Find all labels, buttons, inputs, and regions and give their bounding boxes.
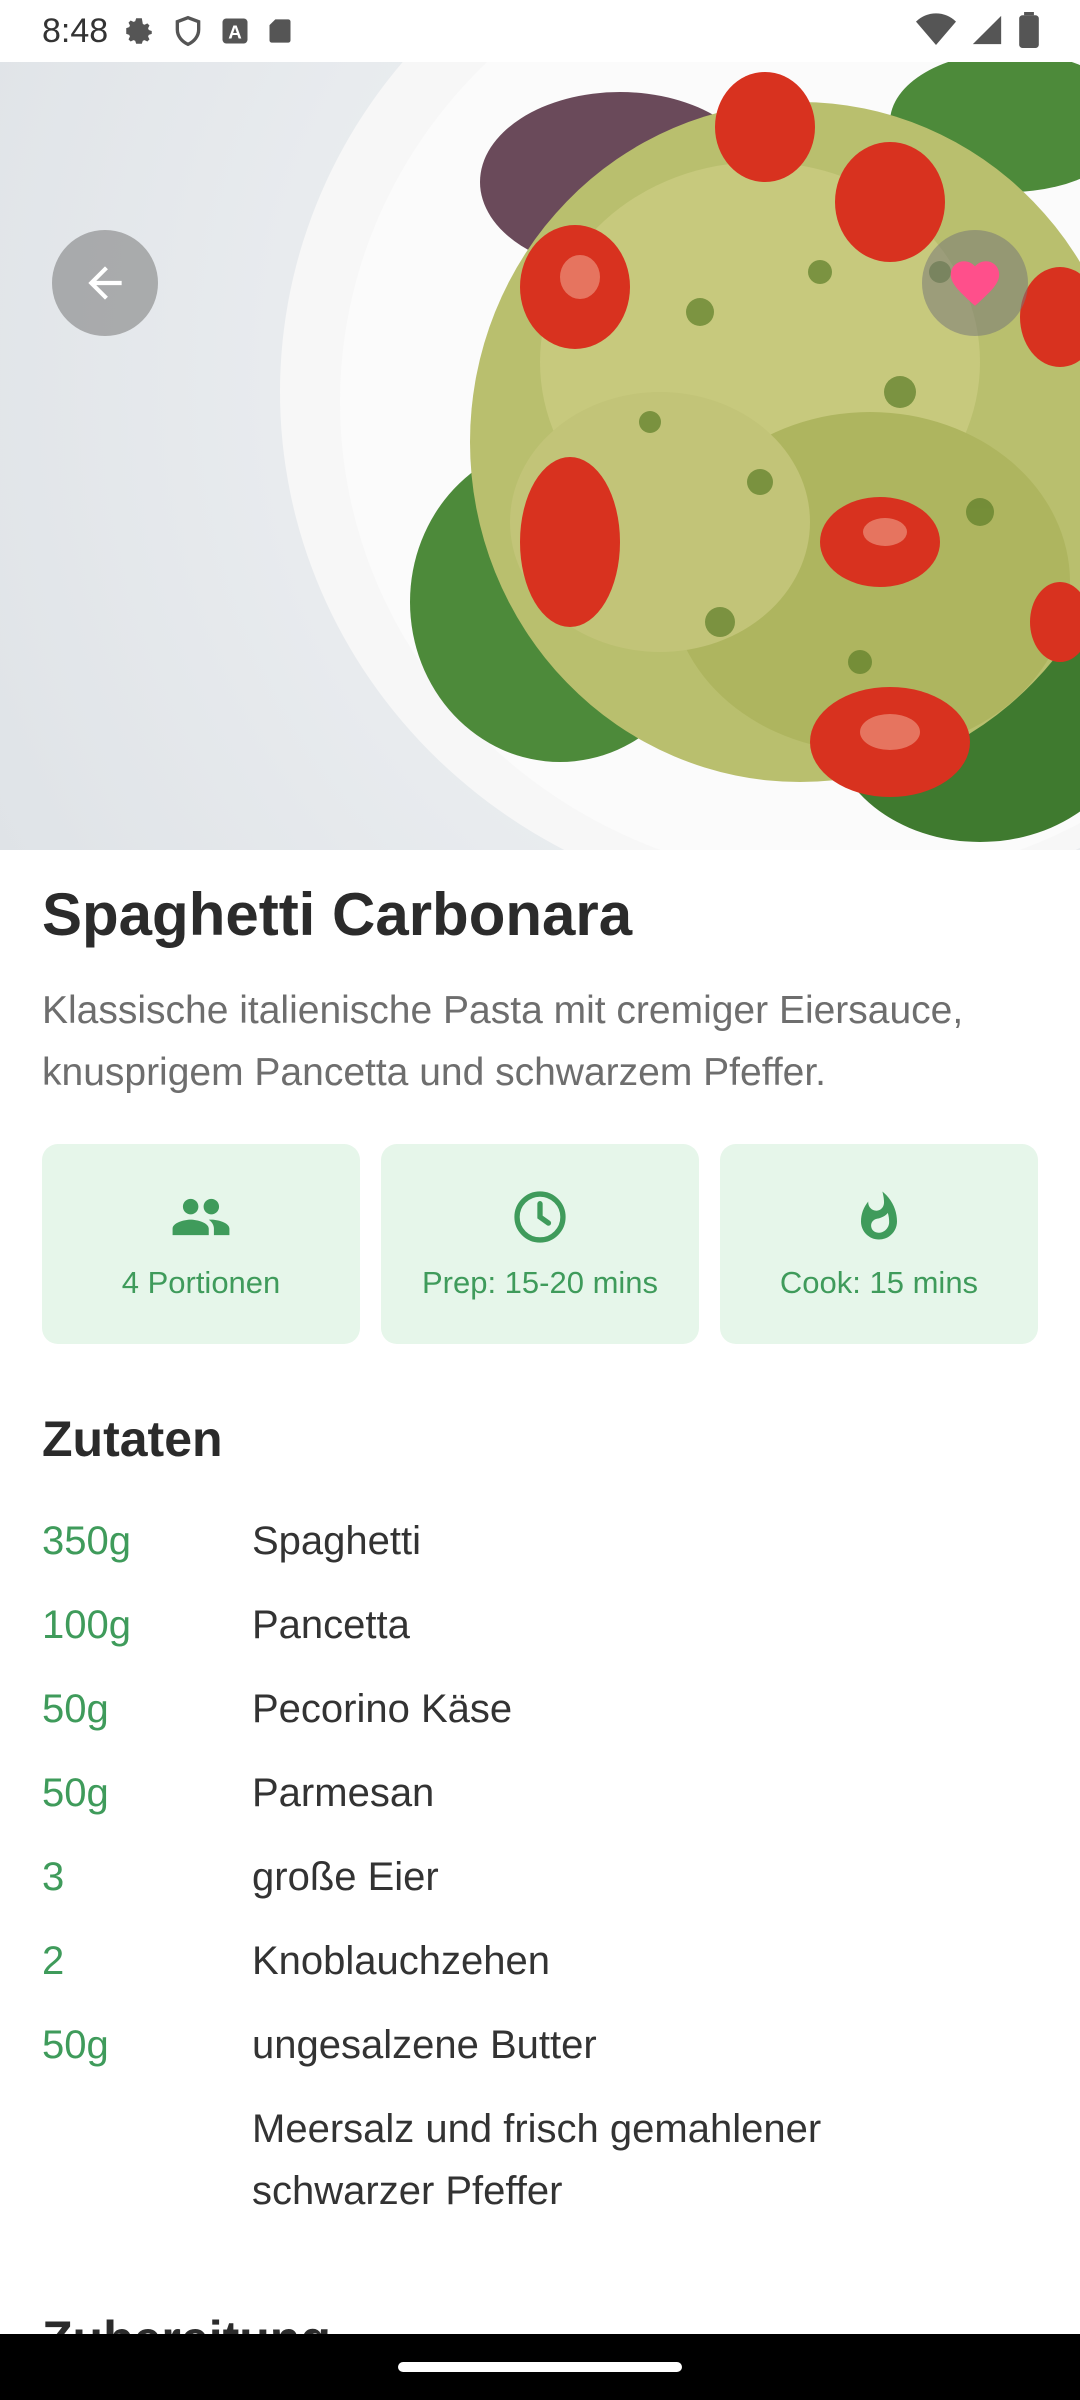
ingredient-quantity: 350g <box>42 1519 131 1563</box>
recipe-title: Spaghetti Carbonara <box>42 881 633 948</box>
svg-text:A: A <box>228 22 242 43</box>
ingredient-quantity: 50g <box>42 1687 109 1731</box>
ingredient-name: Spaghetti <box>252 1519 422 1563</box>
favorite-button[interactable] <box>922 230 1028 336</box>
stat-cook-time: Cook: 15 mins <box>720 1144 1038 1344</box>
ingredient-quantity: 2 <box>42 1939 65 1983</box>
list-item: 2 Knoblauchzehen <box>42 1930 1042 1992</box>
status-bar: 8:48 A <box>0 0 1080 62</box>
ingredient-quantity: 100g <box>42 1603 131 1647</box>
status-icons-right <box>916 12 1040 48</box>
recipe-hero-image <box>0 62 1080 850</box>
list-item: 3 große Eier <box>42 1846 1042 1908</box>
ingredient-quantity: 50g <box>42 1771 109 1815</box>
back-button[interactable] <box>52 230 158 336</box>
status-icons-left: A <box>122 14 294 48</box>
wifi-icon <box>916 13 956 45</box>
a-badge-icon: A <box>222 18 248 44</box>
ingredient-name: große Eier <box>252 1855 439 1899</box>
ingredients-list: 350g Spaghetti 100g Pancetta 50g Pecorin… <box>42 1510 1042 2244</box>
list-item: 50g Pecorino Käse <box>42 1678 1042 1740</box>
list-item: 50g Parmesan <box>42 1762 1042 1824</box>
battery-icon <box>1019 12 1039 48</box>
arrow-left-icon <box>88 266 122 300</box>
stat-label: Cook: 15 mins <box>779 1265 979 1300</box>
ingredient-name: Pancetta <box>252 1603 410 1647</box>
gear-icon <box>126 18 152 44</box>
ingredient-quantity: 50g <box>42 2023 109 2067</box>
ingredient-quantity <box>42 2098 252 2222</box>
heart-icon <box>950 261 1000 306</box>
flame-icon <box>861 1191 897 1240</box>
people-icon <box>172 1198 230 1236</box>
ingredient-name: Meersalz und frisch gemahlener schwarzer… <box>252 2107 822 2213</box>
shield-icon <box>175 15 201 47</box>
ingredient-quantity: 3 <box>42 1855 65 1899</box>
list-item: 350g Spaghetti <box>42 1510 1042 1572</box>
home-gesture-handle[interactable] <box>398 2362 682 2372</box>
ingredient-name: ungesalzene Butter <box>252 2023 597 2067</box>
stat-label: Prep: 15-20 mins <box>421 1265 659 1300</box>
ingredient-name: Parmesan <box>252 1771 435 1815</box>
signal-icon <box>972 15 1002 45</box>
ingredient-name: Pecorino Käse <box>252 1687 513 1731</box>
list-item: 100g Pancetta <box>42 1594 1042 1656</box>
ingredient-name: Knoblauchzehen <box>252 1939 551 1983</box>
list-item: Meersalz und frisch gemahlener schwarzer… <box>42 2098 1042 2222</box>
stat-prep-time: Prep: 15-20 mins <box>381 1144 699 1344</box>
recipe-stats: 4 Portionen Prep: 15-20 mins Cook: 15 mi… <box>42 1144 1038 1344</box>
recipe-description: Klassische italienische Pasta mit cremig… <box>42 989 964 1094</box>
stat-label: 4 Portionen <box>121 1265 281 1300</box>
list-item: 50g ungesalzene Butter <box>42 2014 1042 2076</box>
clock-icon <box>514 1191 566 1243</box>
pasta-salad-photo <box>280 62 1080 850</box>
sd-card-icon <box>269 19 291 43</box>
ingredients-title: Zutaten <box>42 1411 223 1467</box>
stat-servings: 4 Portionen <box>42 1144 360 1344</box>
navigation-bar <box>0 2334 1080 2400</box>
status-time: 8:48 <box>42 11 109 50</box>
